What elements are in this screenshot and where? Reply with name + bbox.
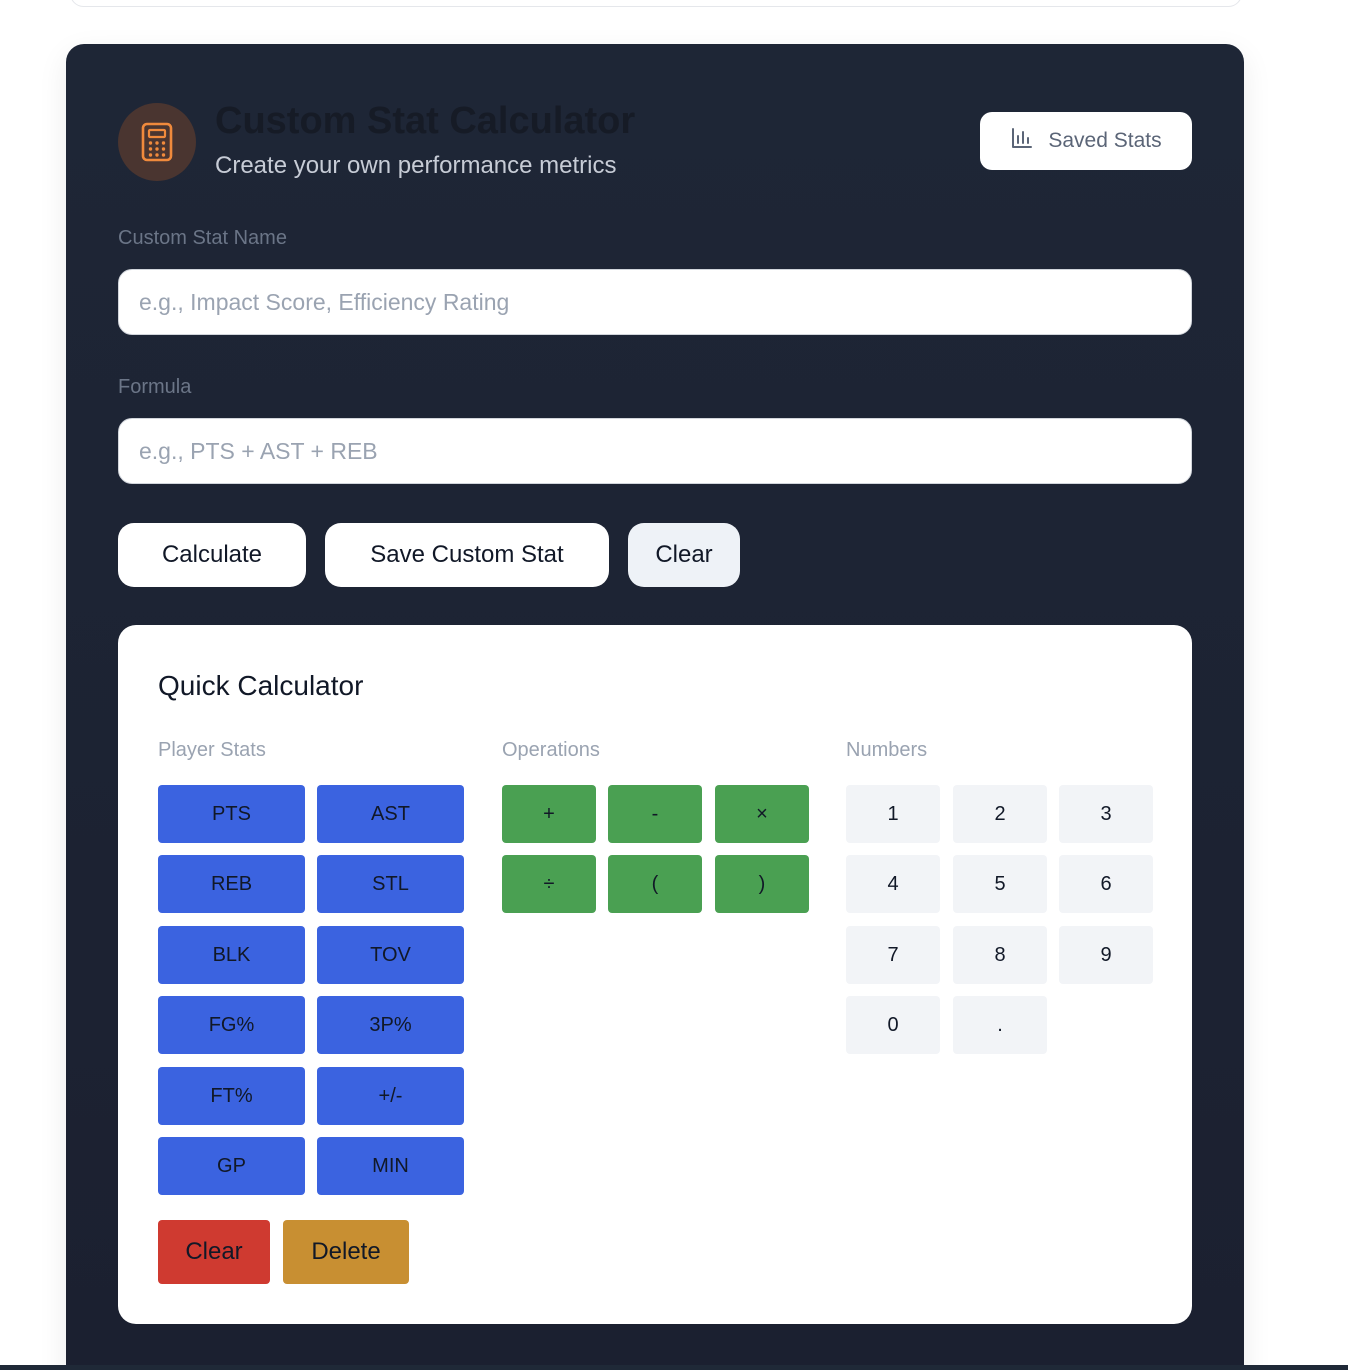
- bottom-divider: [0, 1365, 1348, 1370]
- quick-calculator-card: Quick Calculator Player Stats Operations…: [118, 625, 1192, 1324]
- stat-key-fg-pct[interactable]: FG%: [158, 996, 305, 1054]
- op-key-plus[interactable]: +: [502, 785, 596, 843]
- stat-key-tov[interactable]: TOV: [317, 926, 464, 984]
- op-key-close-paren[interactable]: ): [715, 855, 809, 913]
- numbers-label: Numbers: [846, 739, 928, 761]
- page-subtitle: Create your own performance metrics: [215, 152, 617, 179]
- num-key-0[interactable]: 0: [846, 996, 940, 1054]
- num-key-1[interactable]: 1: [846, 785, 940, 843]
- save-custom-stat-button[interactable]: Save Custom Stat: [325, 523, 609, 587]
- quick-calculator-title: Quick Calculator: [158, 670, 364, 701]
- op-key-open-paren[interactable]: (: [608, 855, 702, 913]
- stat-key-stl[interactable]: STL: [317, 855, 464, 913]
- stat-key-ft-pct[interactable]: FT%: [158, 1067, 305, 1125]
- num-key-9[interactable]: 9: [1059, 926, 1153, 984]
- calculate-button[interactable]: Calculate: [118, 523, 306, 587]
- num-key-4[interactable]: 4: [846, 855, 940, 913]
- stat-key-plus-minus[interactable]: +/-: [317, 1067, 464, 1125]
- stat-name-label: Custom Stat Name: [118, 227, 287, 249]
- page-title: Custom Stat Calculator: [215, 100, 636, 142]
- op-key-minus[interactable]: -: [608, 785, 702, 843]
- formula-input[interactable]: [118, 418, 1192, 484]
- stat-name-input[interactable]: [118, 269, 1192, 335]
- calc-clear-button[interactable]: Clear: [158, 1220, 270, 1284]
- num-key-8[interactable]: 8: [953, 926, 1047, 984]
- num-key-6[interactable]: 6: [1059, 855, 1153, 913]
- stat-key-reb[interactable]: REB: [158, 855, 305, 913]
- num-key-decimal[interactable]: .: [953, 996, 1047, 1054]
- op-key-divide[interactable]: ÷: [502, 855, 596, 913]
- num-key-7[interactable]: 7: [846, 926, 940, 984]
- num-key-3[interactable]: 3: [1059, 785, 1153, 843]
- operations-label: Operations: [502, 739, 600, 761]
- formula-label: Formula: [118, 376, 192, 398]
- stat-key-gp[interactable]: GP: [158, 1137, 305, 1195]
- saved-stats-button[interactable]: Saved Stats: [980, 112, 1192, 170]
- num-key-5[interactable]: 5: [953, 855, 1047, 913]
- stat-key-3p-pct[interactable]: 3P%: [317, 996, 464, 1054]
- stat-key-ast[interactable]: AST: [317, 785, 464, 843]
- calc-delete-button[interactable]: Delete: [283, 1220, 409, 1284]
- bar-chart-icon: [1010, 126, 1034, 156]
- stat-key-pts[interactable]: PTS: [158, 785, 305, 843]
- custom-stat-calculator-panel: Custom Stat Calculator Create your own p…: [66, 44, 1244, 1370]
- player-stats-label: Player Stats: [158, 739, 266, 761]
- stat-key-min[interactable]: MIN: [317, 1137, 464, 1195]
- stat-key-blk[interactable]: BLK: [158, 926, 305, 984]
- num-key-2[interactable]: 2: [953, 785, 1047, 843]
- calculator-icon: [118, 103, 196, 181]
- saved-stats-label: Saved Stats: [1048, 129, 1162, 152]
- previous-card-edge: [70, 0, 1242, 7]
- clear-form-button[interactable]: Clear: [628, 523, 740, 587]
- op-key-multiply[interactable]: ×: [715, 785, 809, 843]
